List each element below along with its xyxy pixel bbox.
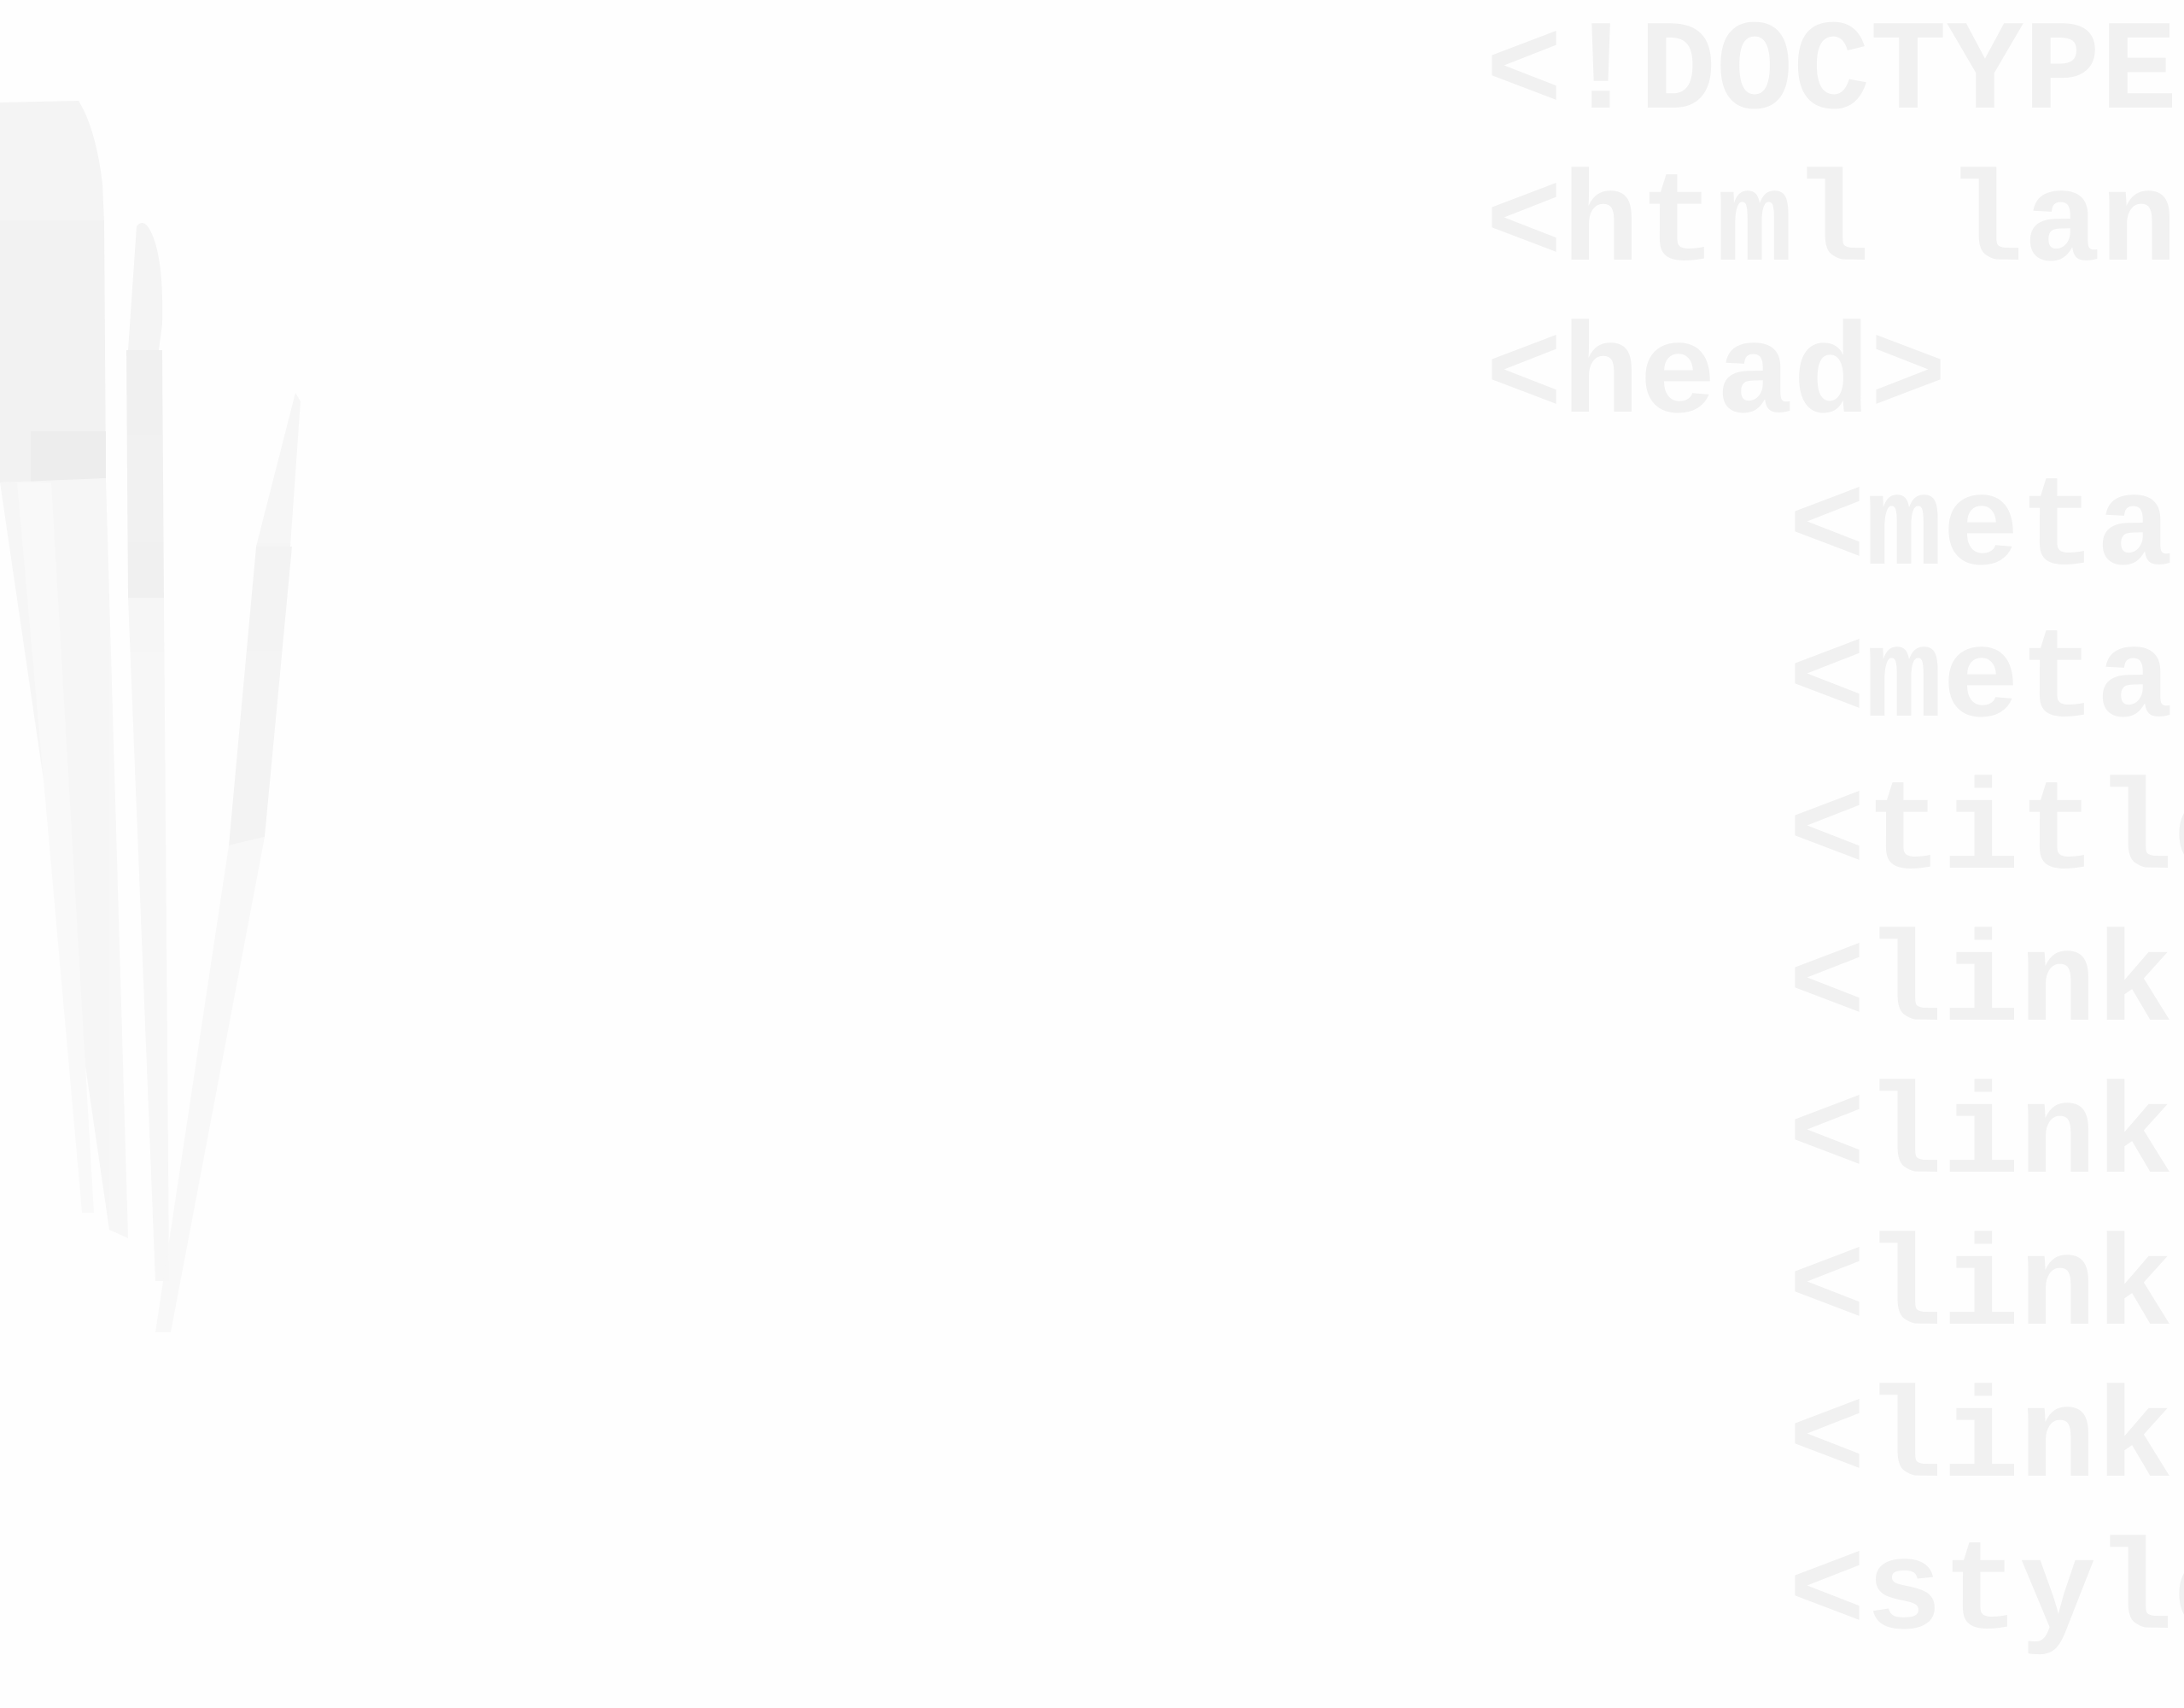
code-line-meta-2: <meta bbox=[1789, 610, 2174, 755]
code-line-head: <head> bbox=[1486, 306, 1947, 451]
code-line-title: <title bbox=[1789, 762, 2184, 907]
code-line-link-2: <link bbox=[1789, 1066, 2174, 1211]
paint-brushes-illustration bbox=[0, 101, 301, 1332]
round-brush-icon bbox=[126, 223, 169, 1281]
code-line-doctype: <!DOCTYPE bbox=[1486, 10, 2178, 147]
code-line-link-4: <link bbox=[1789, 1370, 2174, 1515]
liner-brush-icon bbox=[155, 393, 301, 1332]
code-line-html: <html lang bbox=[1486, 154, 2184, 299]
code-line-style: <style bbox=[1789, 1522, 2184, 1667]
code-line-link-3: <link bbox=[1789, 1218, 2174, 1363]
background-canvas: <!DOCTYPE <html lang <head> <meta <meta … bbox=[0, 0, 2184, 1708]
code-line-meta-1: <meta bbox=[1789, 458, 2174, 603]
code-watermark: <!DOCTYPE <html lang <head> <meta <meta … bbox=[1486, 10, 2184, 1708]
flat-brush-icon bbox=[0, 101, 128, 1238]
code-line-link-1: <link bbox=[1789, 914, 2174, 1059]
